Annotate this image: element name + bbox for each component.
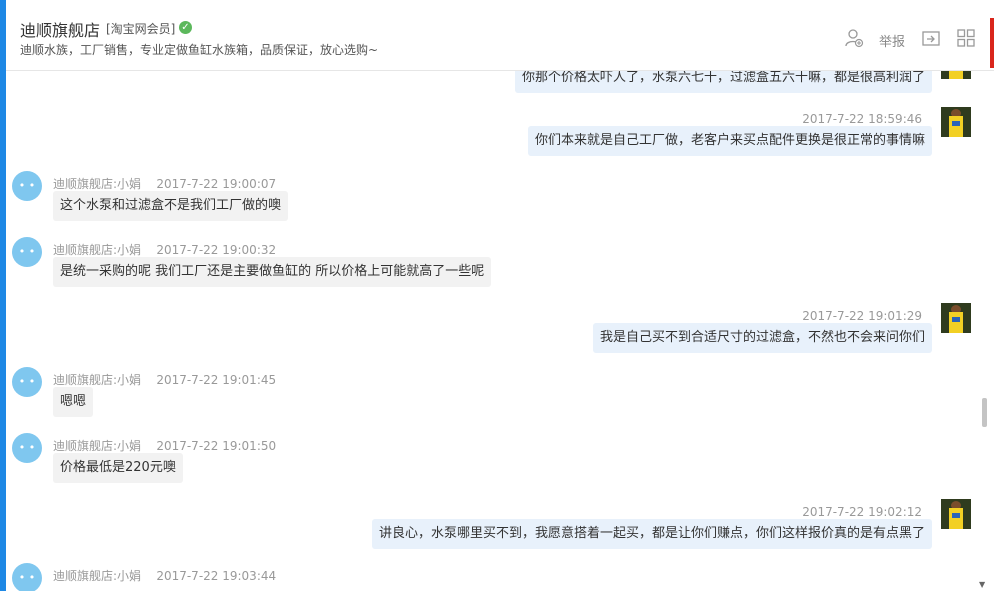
message-incoming: 价格最低是220元噢: [53, 453, 183, 483]
shop-avatar[interactable]: • •: [12, 367, 42, 397]
message-text: 嗯嗯: [53, 387, 94, 417]
add-contact-icon[interactable]: [844, 28, 864, 48]
scroll-down-arrow-icon[interactable]: ▼: [979, 580, 985, 589]
message-timestamp: 2017-7-22 19:01:29: [802, 309, 922, 323]
user-avatar[interactable]: [941, 303, 971, 333]
user-avatar[interactable]: [941, 499, 971, 529]
message-timestamp: 2017-7-22 19:02:12: [802, 505, 922, 519]
shop-avatar[interactable]: • •: [12, 433, 42, 463]
message-incoming: 嗯嗯: [53, 387, 94, 417]
message-outgoing: 我是自己买不到合适尺寸的过滤盒，不然也不会来问你们: [592, 323, 932, 353]
message-text: 讲良心，水泵哪里买不到，我愿意搭着一起买，都是让你们赚点，你们这样报价真的是有点…: [371, 519, 932, 549]
message-text: 是统一采购的呢 我们工厂还是主要做鱼缸的 所以价格上可能就高了一些呢: [53, 257, 492, 287]
red-marker: [990, 18, 994, 68]
scrollbar-thumb[interactable]: [982, 398, 987, 427]
message-text: 你那个价格太吓人了，水泵六七十，过滤盒五六十嘛，都是很高利润了: [514, 71, 932, 93]
message-meta: 迪顺旗舰店:小娟 2017-7-22 19:01:50: [53, 439, 277, 453]
message-outgoing: 你那个价格太吓人了，水泵六七十，过滤盒五六十嘛，都是很高利润了: [514, 71, 932, 93]
chat-scrollbar[interactable]: ▼: [978, 71, 990, 591]
message-text: 你们本来就是自己工厂做，老客户来买点配件更换是很正常的事情嘛: [527, 126, 932, 156]
user-avatar[interactable]: [941, 71, 971, 79]
message-outgoing: 你们本来就是自己工厂做，老客户来买点配件更换是很正常的事情嘛: [527, 126, 932, 156]
message-meta: 迪顺旗舰店:小娟 2017-7-22 19:00:32: [53, 243, 277, 257]
share-icon[interactable]: [921, 28, 941, 48]
shop-description: 迪顺水族，工厂销售，专业定做鱼缸水族箱，品质保证，放心选购~: [20, 43, 379, 57]
message-incoming: 这个水泵和过滤盒不是我们工厂做的噢: [53, 191, 289, 221]
chat-message-list[interactable]: 你那个价格太吓人了，水泵六七十，过滤盒五六十嘛，都是很高利润了 2017-7-2…: [6, 71, 978, 591]
message-text: 我是自己买不到合适尺寸的过滤盒，不然也不会来问你们: [592, 323, 932, 353]
message-text: 价格最低是220元噢: [53, 453, 183, 483]
shop-avatar[interactable]: • •: [12, 171, 42, 201]
apps-grid-icon[interactable]: [956, 28, 976, 48]
message-meta: 迪顺旗舰店:小娟 2017-7-22 19:00:07: [53, 177, 277, 191]
chat-header: 迪顺旗舰店 [淘宝网会员] ✓ 迪顺水族，工厂销售，专业定做鱼缸水族箱，品质保证…: [6, 0, 994, 71]
message-meta: 迪顺旗舰店:小娟 2017-7-22 19:03:44: [53, 569, 277, 583]
member-tag: [淘宝网会员]: [106, 22, 176, 36]
message-outgoing: 讲良心，水泵哪里买不到，我愿意搭着一起买，都是让你们赚点，你们这样报价真的是有点…: [371, 519, 932, 549]
report-link[interactable]: 举报: [879, 31, 905, 50]
user-avatar[interactable]: [941, 107, 971, 137]
shop-avatar[interactable]: • •: [12, 237, 42, 267]
message-text: 这个水泵和过滤盒不是我们工厂做的噢: [53, 191, 289, 221]
message-meta: 迪顺旗舰店:小娟 2017-7-22 19:01:45: [53, 373, 277, 387]
message-timestamp: 2017-7-22 18:59:46: [802, 112, 922, 126]
message-incoming: 是统一采购的呢 我们工厂还是主要做鱼缸的 所以价格上可能就高了一些呢: [53, 257, 492, 287]
check-circle-icon: ✓: [179, 21, 192, 34]
shop-name[interactable]: 迪顺旗舰店: [20, 17, 100, 41]
shop-avatar[interactable]: • •: [12, 563, 42, 591]
